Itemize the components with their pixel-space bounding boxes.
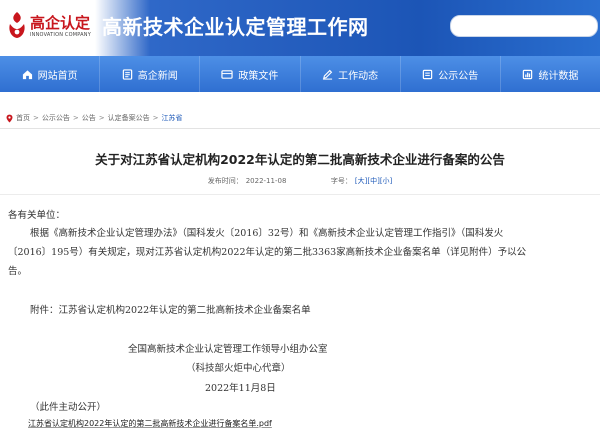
- location-pin-icon: [6, 114, 13, 122]
- breadcrumb-notices[interactable]: 公示公告: [42, 113, 70, 123]
- breadcrumb-filing[interactable]: 认定备案公告: [108, 113, 150, 123]
- nav-item-policy[interactable]: 政策文件: [200, 56, 301, 92]
- nav-item-home[interactable]: 网站首页: [0, 56, 101, 92]
- chart-icon: [523, 69, 533, 79]
- divider: [0, 128, 600, 129]
- work-edit-icon: [323, 69, 333, 80]
- sign-organization: 全国高新技术企业认定管理工作领导小组办公室: [128, 344, 328, 355]
- divider: [0, 194, 600, 195]
- font-size-label: 字号：: [330, 177, 352, 185]
- font-size-large[interactable]: [大]: [355, 177, 367, 185]
- date-label: 发布时间：: [207, 177, 243, 185]
- breadcrumb-separator: >: [98, 114, 105, 122]
- breadcrumb-current[interactable]: 江苏省: [162, 113, 183, 123]
- nav-item-work[interactable]: 工作动态: [301, 56, 401, 92]
- greeting: 各有关单位：: [8, 210, 66, 221]
- font-size-medium[interactable]: [中]: [367, 177, 379, 185]
- breadcrumb-separator: >: [72, 114, 79, 122]
- nav-label: 公示公告: [438, 70, 479, 82]
- nav-label: 政策文件: [238, 70, 279, 82]
- site-header: 高企认定 INNOVATION COMPANY 高新技术企业认定管理工作网: [0, 0, 600, 56]
- nav-label: 高企新闻: [137, 70, 178, 82]
- font-size-small[interactable]: [小]: [380, 177, 392, 185]
- home-icon: [22, 69, 32, 79]
- policy-doc-icon: [221, 69, 234, 79]
- breadcrumb-home[interactable]: 首页: [16, 113, 30, 123]
- paragraph-line: 根据《高新技术企业认定管理办法》（国科发火〔2016〕32号）和《高新技术企业认…: [30, 228, 504, 239]
- sign-date: 2022年11月8日: [205, 383, 276, 394]
- nav-item-news[interactable]: 高企新闻: [100, 56, 201, 92]
- news-icon: [122, 68, 132, 80]
- breadcrumb-separator: >: [33, 114, 39, 122]
- breadcrumb: 首页 > 公示公告 > 公告 > 认定备案公告 > 江苏省: [6, 113, 183, 123]
- sign-subtitle: （科技部火炬中心代章）: [186, 363, 291, 374]
- nav-item-stats[interactable]: 统计数据: [501, 56, 600, 92]
- attachment-line: 附件：江苏省认定机构2022年认定的第二批高新技术企业备案名单: [30, 305, 311, 316]
- logo-subtitle: INNOVATION COMPANY: [30, 32, 91, 38]
- search-input[interactable]: [450, 15, 598, 37]
- logo-mark-icon: [9, 12, 25, 38]
- site-logo[interactable]: 高企认定 INNOVATION COMPANY: [6, 8, 94, 46]
- nav-label: 网站首页: [37, 70, 78, 82]
- article-meta: 发布时间： 2022-11-08 字号： [大][中][小]: [0, 176, 600, 186]
- logo-name: 高企认定: [30, 14, 91, 32]
- paragraph-line: 告。: [8, 266, 28, 277]
- nav-label: 工作动态: [338, 70, 379, 82]
- article-title: 关于对江苏省认定机构2022年认定的第二批高新技术企业进行备案的公告: [95, 152, 505, 167]
- notice-icon: [423, 69, 433, 79]
- nav-label: 统计数据: [538, 70, 579, 82]
- attachment-pdf-link[interactable]: 江苏省认定机构2022年认定的第二批高新技术企业进行备案名单.pdf: [28, 418, 272, 429]
- nav-item-notice[interactable]: 公示公告: [401, 56, 501, 92]
- paragraph-line: 〔2016〕195号）有关规定，现对江苏省认定机构2022年认定的第二批3363…: [8, 247, 527, 258]
- main-nav: 网站首页 高企新闻 政策文件 工作动态 公示公告 统计数据: [0, 56, 600, 92]
- disclosure-note: （此件主动公开）: [30, 402, 107, 413]
- publish-date: 2022-11-08: [245, 177, 287, 185]
- breadcrumb-announcement[interactable]: 公告: [82, 113, 96, 123]
- breadcrumb-separator: >: [152, 114, 159, 122]
- site-title: 高新技术企业认定管理工作网: [102, 15, 369, 39]
